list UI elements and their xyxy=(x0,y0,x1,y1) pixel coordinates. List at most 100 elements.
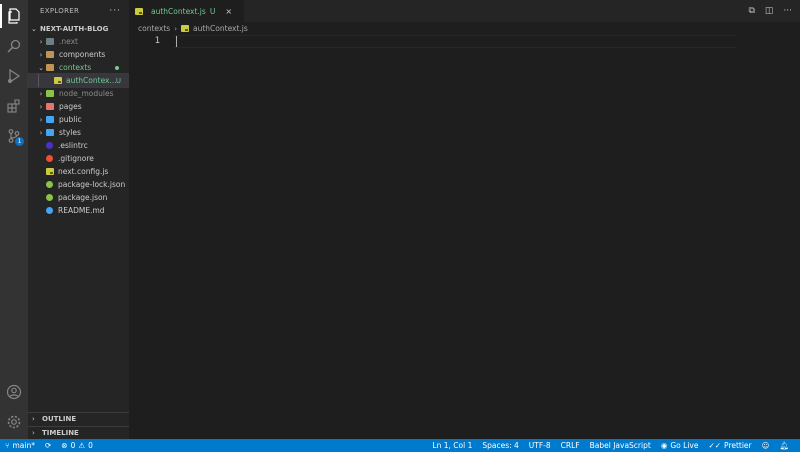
tree-item[interactable]: .gitignore xyxy=(28,152,129,165)
indent-guide xyxy=(38,74,39,87)
problems-indicator[interactable]: ⊗ 0 ⚠ 0 xyxy=(56,441,98,450)
extensions-icon[interactable] xyxy=(0,92,28,120)
tree-item[interactable]: › public xyxy=(28,113,129,126)
folder-icon xyxy=(46,90,54,97)
folder-icon xyxy=(46,64,54,71)
tree-item[interactable]: README.md xyxy=(28,204,129,217)
git-status: U xyxy=(115,76,121,85)
folder-icon xyxy=(46,129,54,136)
more-actions-icon[interactable]: ··· xyxy=(109,6,121,16)
error-icon: ⊗ xyxy=(61,441,68,450)
chevron-right-icon: › xyxy=(174,24,177,33)
editor-actions: ⧉ ◫ ··· xyxy=(748,0,792,22)
language-mode[interactable]: Babel JavaScript xyxy=(585,441,656,450)
file-icon xyxy=(46,181,53,188)
line-ending[interactable]: CRLF xyxy=(556,441,585,450)
tab-authcontext[interactable]: authContext.js U × xyxy=(129,0,244,22)
javascript-file-icon xyxy=(46,168,54,175)
breadcrumb: contexts › authContext.js xyxy=(129,22,800,35)
code-editor[interactable]: 1 xyxy=(129,35,800,439)
tree-item[interactable]: › styles xyxy=(28,126,129,139)
tree-item[interactable]: package-lock.json xyxy=(28,178,129,191)
indentation[interactable]: Spaces: 4 xyxy=(477,441,523,450)
tree-item[interactable]: package.json xyxy=(28,191,129,204)
javascript-file-icon xyxy=(135,7,143,15)
explorer-icon[interactable] xyxy=(0,2,28,30)
encoding[interactable]: UTF-8 xyxy=(524,441,556,450)
go-live-button[interactable]: ◉ Go Live xyxy=(656,441,704,450)
javascript-file-icon xyxy=(181,25,189,32)
split-editor-icon[interactable]: ◫ xyxy=(765,6,774,16)
tree-item-label: public xyxy=(59,115,82,124)
source-control-icon[interactable]: 1 xyxy=(0,122,28,150)
sync-icon[interactable]: ⟳ xyxy=(40,441,56,450)
explorer-sidebar: EXPLORER ··· ⌄ NEXT-AUTH-BLOG › .next › com… xyxy=(27,0,130,439)
explorer-header: EXPLORER ··· xyxy=(28,0,129,22)
folder-icon xyxy=(46,116,54,123)
close-icon[interactable]: × xyxy=(225,7,232,16)
chevron-down-icon: ⌄ xyxy=(38,63,44,72)
folder-icon xyxy=(46,38,54,45)
chevron-right-icon: › xyxy=(39,37,43,46)
status-bar: ⑂ main* ⟳ ⊗ 0 ⚠ 0 Ln 1, Col 1 Spaces: 4 … xyxy=(0,439,800,452)
tree-item-label: contexts xyxy=(59,63,92,72)
search-icon[interactable] xyxy=(0,32,28,60)
chevron-right-icon: › xyxy=(39,128,43,137)
breadcrumb-folder[interactable]: contexts xyxy=(138,24,170,33)
outline-label: OUTLINE xyxy=(42,415,77,423)
chevron-right-icon: › xyxy=(32,429,35,437)
line-number: 1 xyxy=(154,36,160,46)
tree-item-label: next.config.js xyxy=(58,167,109,176)
settings-gear-icon[interactable] xyxy=(0,408,28,436)
error-count: 0 xyxy=(70,441,76,450)
tree-item-label: package.json xyxy=(58,193,108,202)
file-icon xyxy=(46,155,53,162)
chevron-right-icon: › xyxy=(39,102,43,111)
javascript-file-icon xyxy=(54,77,62,84)
file-icon xyxy=(46,207,53,214)
tree-item[interactable]: next.config.js xyxy=(28,165,129,178)
activity-bar: 1 xyxy=(0,0,28,439)
feedback-icon[interactable]: ☺ xyxy=(757,441,775,450)
timeline-label: TIMELINE xyxy=(42,429,79,437)
prettier-label: Prettier xyxy=(724,441,752,450)
run-debug-icon[interactable] xyxy=(0,62,28,90)
text-cursor xyxy=(176,36,177,47)
outline-section[interactable]: › OUTLINE xyxy=(28,412,129,425)
tree-item-label: authContex... xyxy=(66,76,116,85)
tree-item[interactable]: › .next xyxy=(28,35,129,48)
accounts-icon[interactable] xyxy=(0,378,28,406)
breadcrumb-file[interactable]: authContext.js xyxy=(193,24,248,33)
tree-item[interactable]: › components xyxy=(28,48,129,61)
chevron-right-icon: › xyxy=(39,115,43,124)
tree-item[interactable]: › pages xyxy=(28,100,129,113)
notifications-icon[interactable]: 🔔︎ xyxy=(774,441,794,450)
tree-item-label: node_modules xyxy=(59,89,114,98)
warning-count: 0 xyxy=(88,441,93,450)
open-changes-icon[interactable]: ⧉ xyxy=(748,6,754,16)
cursor-position[interactable]: Ln 1, Col 1 xyxy=(427,441,477,450)
project-root[interactable]: ⌄ NEXT-AUTH-BLOG xyxy=(28,22,129,35)
branch-name: main* xyxy=(12,441,36,450)
git-branch-icon: ⑂ xyxy=(5,441,10,450)
tree-item-label: .eslintrc xyxy=(58,141,88,150)
tree-item[interactable]: › node_modules xyxy=(28,87,129,100)
timeline-section[interactable]: › TIMELINE xyxy=(28,426,129,439)
modified-dot xyxy=(115,65,119,70)
file-icon xyxy=(46,194,53,201)
more-actions-icon[interactable]: ··· xyxy=(783,6,792,16)
tree-item-label: package-lock.json xyxy=(58,180,126,189)
editor-tabs: authContext.js U × ⧉ ◫ ··· xyxy=(129,0,800,22)
tree-item[interactable]: ⌄ contexts xyxy=(28,61,129,74)
current-line-highlight xyxy=(174,35,736,48)
project-name: NEXT-AUTH-BLOG xyxy=(40,24,109,33)
folder-icon xyxy=(46,103,54,110)
file-tree: › .next › components ⌄ contexts authContex... U… xyxy=(27,35,130,217)
tree-item[interactable]: authContex... U xyxy=(27,73,130,88)
branch-indicator[interactable]: ⑂ main* xyxy=(0,441,40,450)
broadcast-icon: ◉ xyxy=(660,441,668,450)
tree-item[interactable]: .eslintrc xyxy=(28,139,129,152)
double-check-icon: ✓✓ xyxy=(708,441,722,450)
explorer-title: EXPLORER xyxy=(40,7,80,15)
prettier-status[interactable]: ✓✓ Prettier xyxy=(703,441,756,450)
